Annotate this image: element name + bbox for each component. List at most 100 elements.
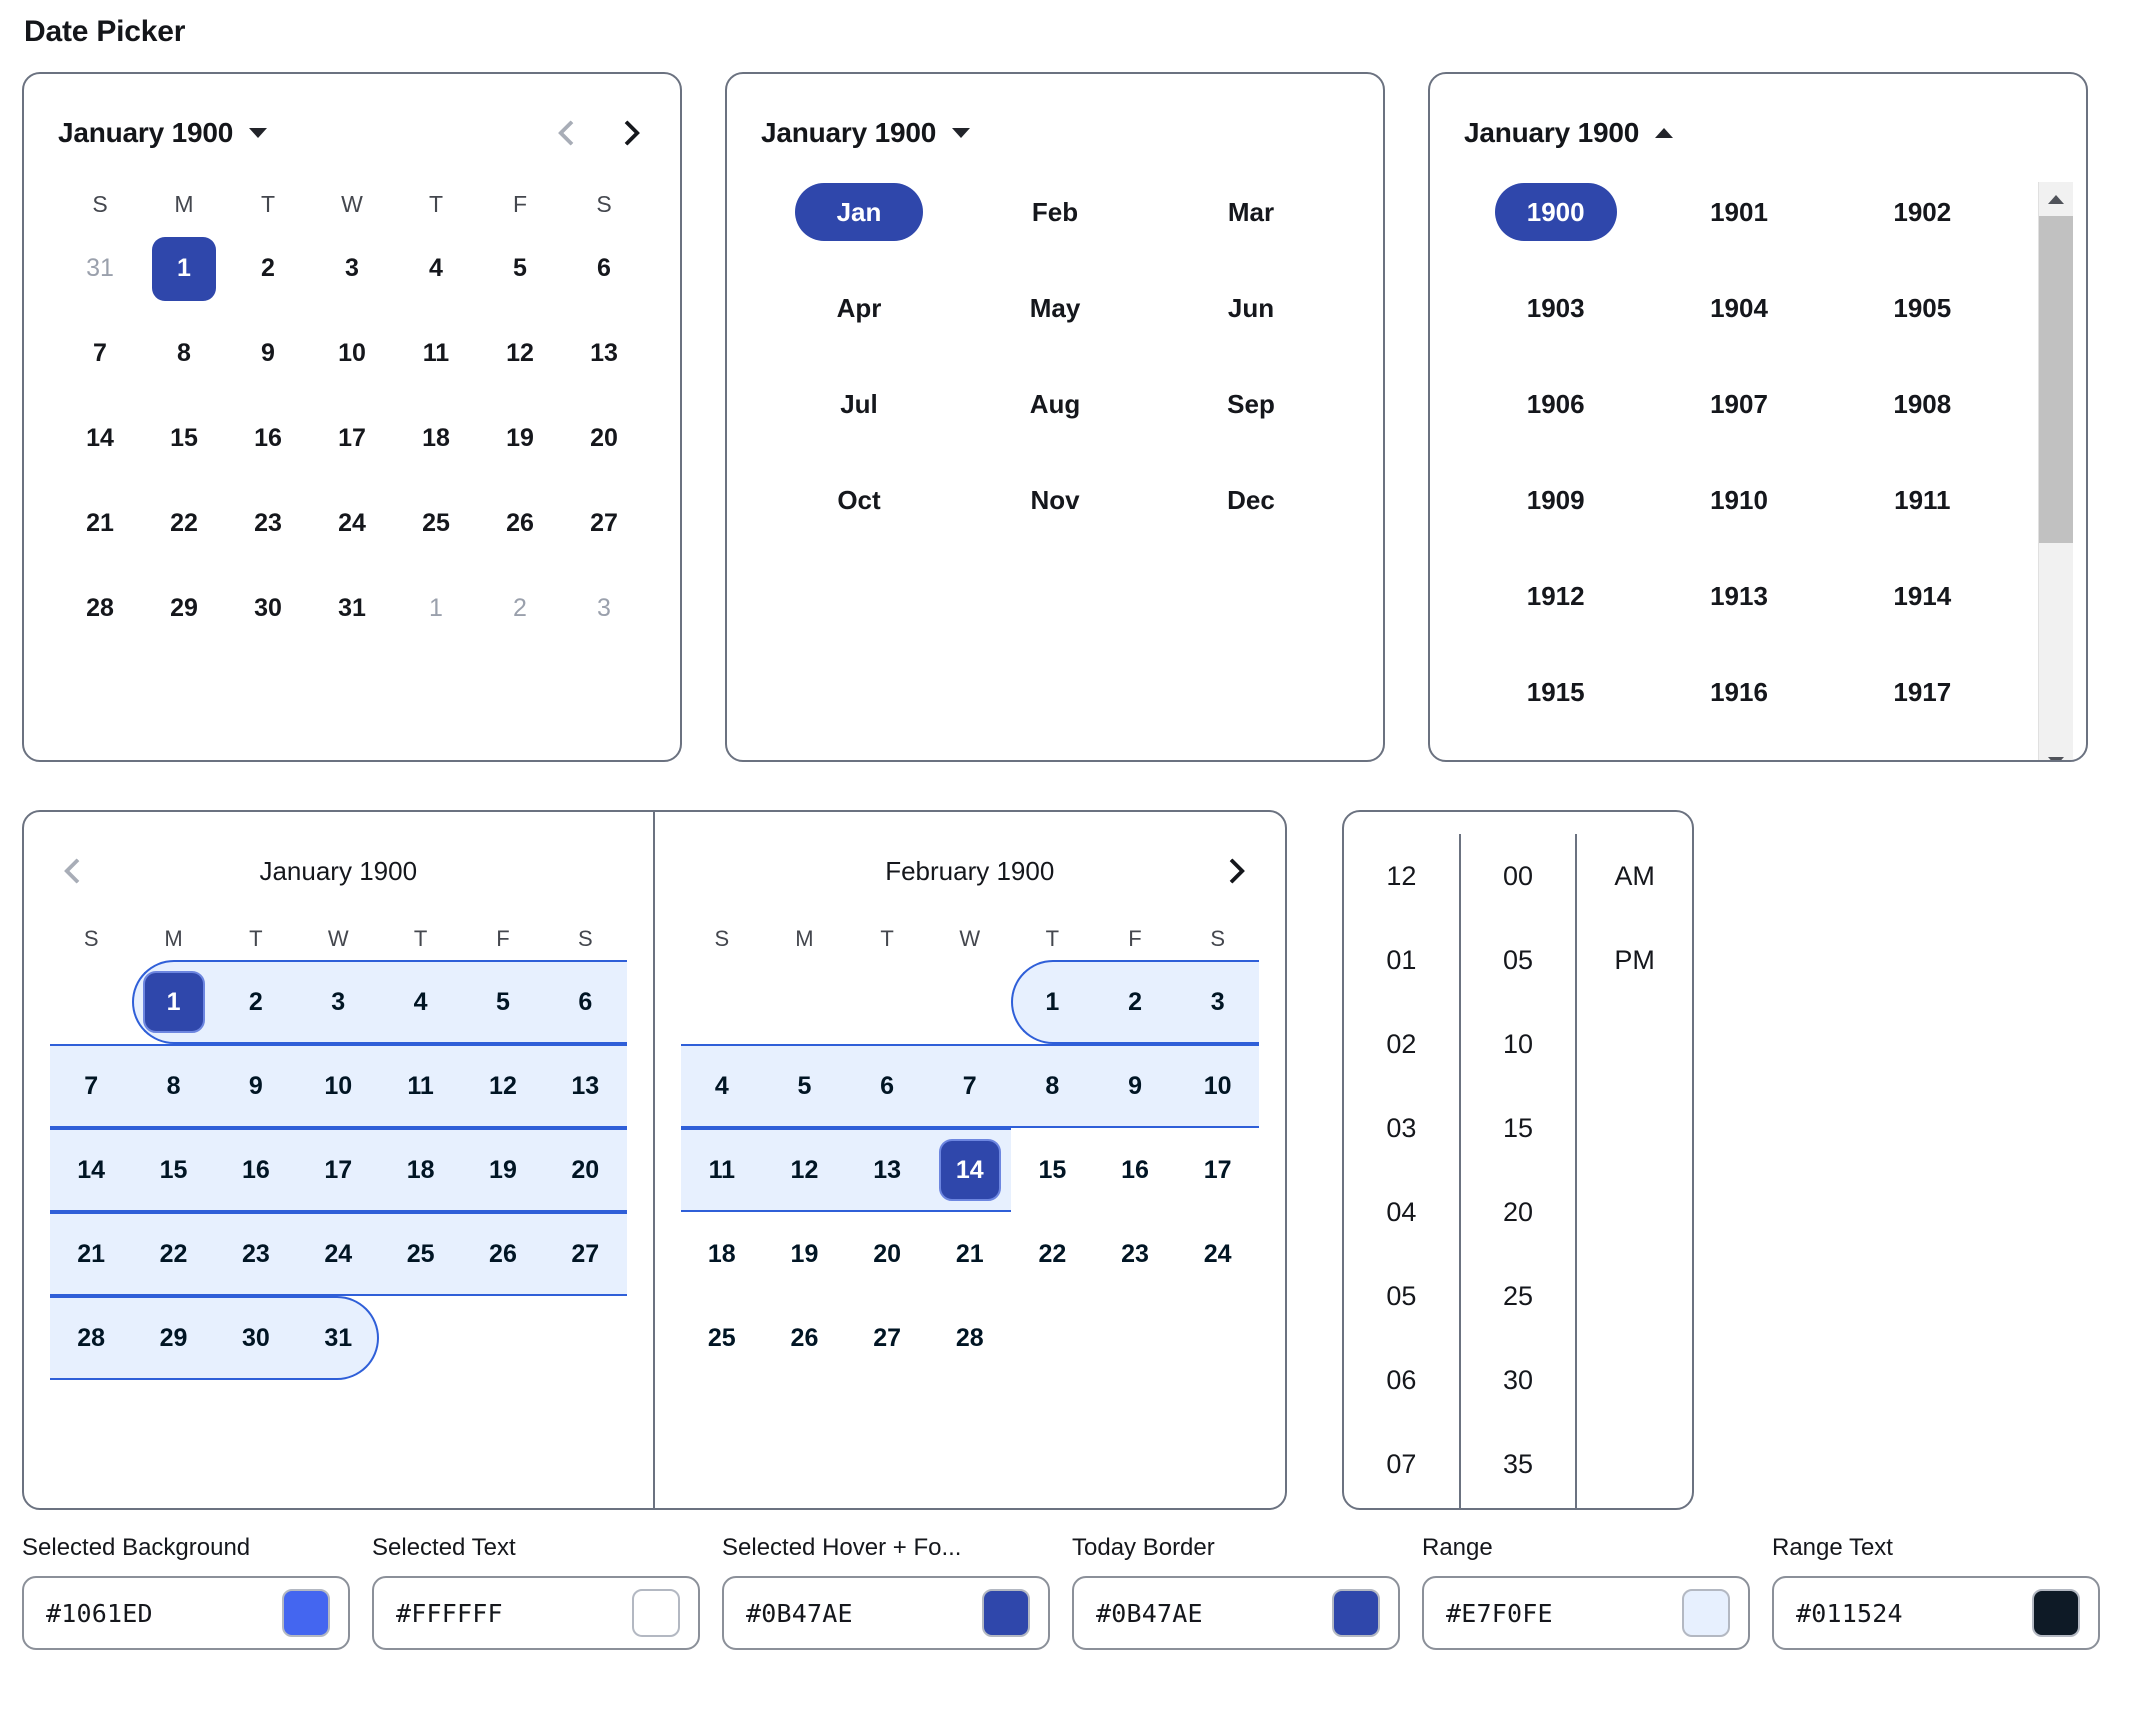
hour-option[interactable]: 12	[1344, 834, 1459, 918]
day-cell[interactable]: 9	[226, 311, 310, 396]
color-input[interactable]: #0B47AE	[722, 1576, 1050, 1650]
month-cell[interactable]: Nov	[957, 470, 1153, 530]
day-cell[interactable]: 25	[394, 481, 478, 566]
year-cell[interactable]: 1915	[1464, 662, 1647, 722]
day-cell[interactable]: 17	[310, 396, 394, 481]
minute-option[interactable]: 15	[1461, 1086, 1576, 1170]
range-day-cell[interactable]: 10	[297, 1044, 379, 1128]
scrollbar-track[interactable]	[2038, 216, 2073, 744]
day-cell[interactable]: 18	[394, 396, 478, 481]
color-hex-value[interactable]: #FFFFFF	[396, 1599, 632, 1628]
scrollbar-thumb[interactable]	[2038, 216, 2073, 544]
month-cell[interactable]: Mar	[1153, 182, 1349, 242]
month-cell[interactable]: Oct	[761, 470, 957, 530]
day-cell[interactable]: 12	[478, 311, 562, 396]
day-cell[interactable]: 4	[394, 226, 478, 311]
range-day-cell[interactable]: 17	[1176, 1128, 1259, 1212]
day-cell[interactable]: 2	[226, 226, 310, 311]
range-day-cell[interactable]: 22	[1011, 1212, 1094, 1296]
color-swatch[interactable]	[1682, 1589, 1730, 1637]
day-cell[interactable]: 29	[142, 566, 226, 651]
range-day-cell[interactable]: 14	[50, 1128, 132, 1212]
range-day-cell[interactable]: 4	[379, 960, 461, 1044]
month-cell[interactable]: Dec	[1153, 470, 1349, 530]
range-day-cell[interactable]: 4	[681, 1044, 764, 1128]
range-day-cell[interactable]: 19	[763, 1212, 846, 1296]
range-day-cell[interactable]: 28	[50, 1296, 132, 1380]
day-cell[interactable]: 28	[58, 566, 142, 651]
day-cell[interactable]: 5	[478, 226, 562, 311]
day-cell[interactable]: 11	[394, 311, 478, 396]
chevron-up-icon[interactable]	[1655, 128, 1674, 138]
minute-option[interactable]: 25	[1461, 1254, 1576, 1338]
minute-option[interactable]: 35	[1461, 1422, 1576, 1506]
color-input[interactable]: #0B47AE	[1072, 1576, 1400, 1650]
year-cell[interactable]: 1907	[1647, 374, 1830, 434]
range-day-cell[interactable]: 27	[544, 1212, 626, 1296]
day-cell[interactable]: 2	[478, 566, 562, 651]
color-swatch[interactable]	[632, 1589, 680, 1637]
range-day-cell[interactable]: 5	[462, 960, 544, 1044]
range-day-cell[interactable]: 2	[215, 960, 297, 1044]
day-cell[interactable]: 13	[562, 311, 646, 396]
range-day-cell[interactable]: 16	[1094, 1128, 1177, 1212]
range-day-cell[interactable]: 24	[1176, 1212, 1259, 1296]
scrollbar-up-button[interactable]	[2038, 182, 2073, 216]
range-day-cell[interactable]: 3	[1176, 960, 1259, 1044]
scrollbar-down-button[interactable]	[2038, 744, 2073, 760]
minute-option[interactable]: 30	[1461, 1338, 1576, 1422]
minute-option[interactable]: 20	[1461, 1170, 1576, 1254]
range-day-cell[interactable]: 20	[846, 1212, 929, 1296]
range-day-cell[interactable]: 15	[132, 1128, 214, 1212]
day-cell[interactable]: 7	[58, 311, 142, 396]
hour-column[interactable]: 12 01 02 03 04 05 06 07	[1344, 834, 1459, 1508]
day-cell[interactable]: 19	[478, 396, 562, 481]
hour-option[interactable]: 06	[1344, 1338, 1459, 1422]
range-day-cell[interactable]: 2	[1094, 960, 1177, 1044]
month-cell[interactable]: Feb	[957, 182, 1153, 242]
range-day-cell[interactable]: 3	[297, 960, 379, 1044]
color-input[interactable]: #E7F0FE	[1422, 1576, 1750, 1650]
range-day-cell[interactable]: 9	[215, 1044, 297, 1128]
day-cell[interactable]: 22	[142, 481, 226, 566]
range-day-cell[interactable]: 10	[1176, 1044, 1259, 1128]
day-cell[interactable]: 14	[58, 396, 142, 481]
day-cell[interactable]: 20	[562, 396, 646, 481]
color-hex-value[interactable]: #E7F0FE	[1446, 1599, 1682, 1628]
year-picker-header-label[interactable]: January 1900	[1464, 117, 1639, 149]
day-cell[interactable]: 6	[562, 226, 646, 311]
chevron-down-icon[interactable]	[952, 128, 971, 138]
year-cell[interactable]: 1906	[1464, 374, 1647, 434]
chevron-right-icon[interactable]	[616, 118, 646, 148]
month-picker-header-label[interactable]: January 1900	[761, 117, 936, 149]
color-hex-value[interactable]: #011524	[1796, 1599, 2032, 1628]
year-cell[interactable]: 1911	[1831, 470, 2014, 530]
year-cell[interactable]: 1914	[1831, 566, 2014, 626]
hour-option[interactable]: 04	[1344, 1170, 1459, 1254]
range-day-cell[interactable]: 25	[379, 1212, 461, 1296]
range-day-cell[interactable]: 20	[544, 1128, 626, 1212]
day-cell[interactable]: 1	[394, 566, 478, 651]
minute-option[interactable]: 00	[1461, 834, 1576, 918]
meridiem-option[interactable]: PM	[1577, 918, 1692, 1002]
day-cell[interactable]: 24	[310, 481, 394, 566]
day-cell[interactable]: 1	[142, 226, 226, 311]
range-day-cell[interactable]: 8	[132, 1044, 214, 1128]
range-day-cell[interactable]: 1	[132, 960, 214, 1044]
year-cell[interactable]: 1912	[1464, 566, 1647, 626]
color-swatch[interactable]	[982, 1589, 1030, 1637]
day-cell[interactable]: 15	[142, 396, 226, 481]
month-cell[interactable]: Jun	[1153, 278, 1349, 338]
minute-option[interactable]: 10	[1461, 1002, 1576, 1086]
range-day-cell[interactable]: 16	[215, 1128, 297, 1212]
range-day-cell[interactable]: 23	[1094, 1212, 1177, 1296]
meridiem-option[interactable]: AM	[1577, 834, 1692, 918]
day-cell[interactable]: 16	[226, 396, 310, 481]
range-day-cell[interactable]: 18	[681, 1212, 764, 1296]
year-cell[interactable]: 1904	[1647, 278, 1830, 338]
range-day-cell[interactable]: 23	[215, 1212, 297, 1296]
day-cell[interactable]: 30	[226, 566, 310, 651]
hour-option[interactable]: 05	[1344, 1254, 1459, 1338]
hour-option[interactable]: 03	[1344, 1086, 1459, 1170]
range-day-cell[interactable]: 6	[846, 1044, 929, 1128]
